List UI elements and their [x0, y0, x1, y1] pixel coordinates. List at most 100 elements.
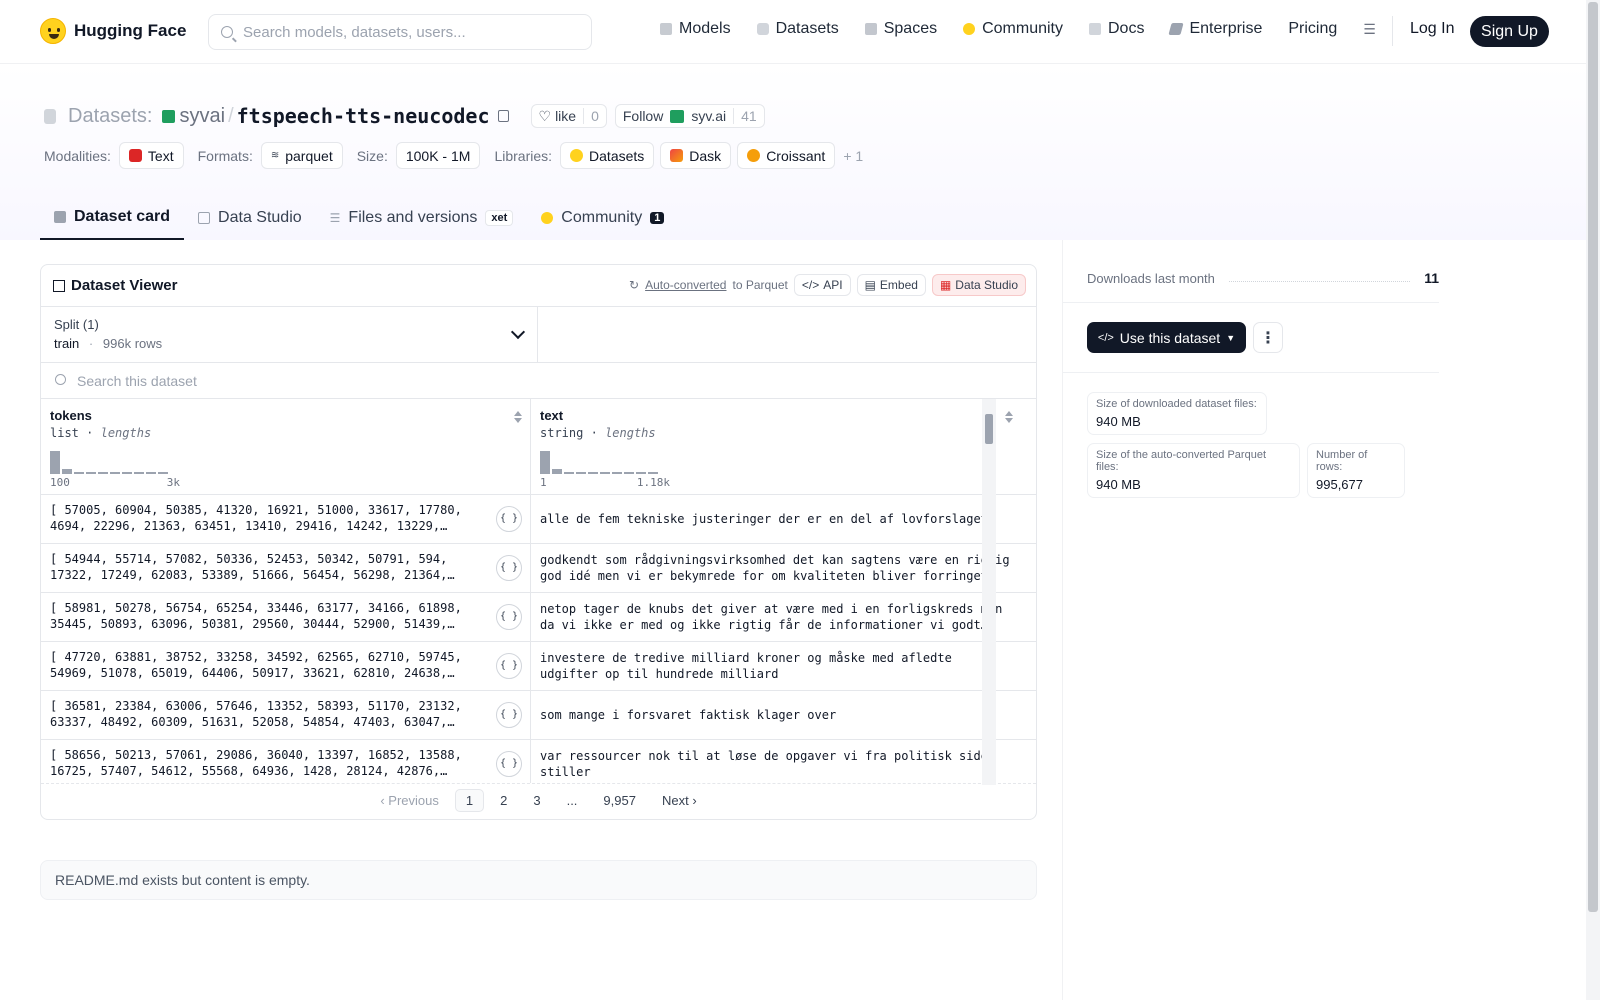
json-view-button[interactable]: { }	[496, 604, 522, 630]
dataset-search-input[interactable]: Search this dataset	[41, 363, 1036, 399]
cell-text[interactable]: alle de fem tekniske justeringer der er …	[531, 495, 1021, 543]
histogram-bar[interactable]	[552, 469, 562, 474]
json-view-button[interactable]: { }	[496, 702, 522, 728]
tab-dataset-card[interactable]: Dataset card	[40, 196, 185, 240]
tab-community[interactable]: Community 1	[527, 196, 678, 240]
table-row[interactable]: [ 57005, 60904, 50385, 41320, 16921, 510…	[41, 495, 1036, 544]
table-scrollbar[interactable]	[982, 399, 996, 785]
size-tag[interactable]: 100K - 1M	[395, 142, 481, 169]
histogram-bar[interactable]	[146, 472, 156, 474]
histogram-bar[interactable]	[588, 472, 598, 474]
page-2[interactable]: 2	[490, 790, 517, 811]
embed-button[interactable]: ▤ Embed	[856, 274, 926, 296]
histogram-bar[interactable]	[98, 472, 108, 474]
table-row[interactable]: [ 58981, 50278, 56754, 65254, 33446, 631…	[41, 593, 1036, 642]
like-button[interactable]: ♡ like 0	[530, 104, 607, 128]
sort-icon[interactable]	[1005, 411, 1013, 423]
format-tag[interactable]: ≋ parquet	[260, 142, 343, 169]
histogram-bar[interactable]	[576, 472, 586, 474]
cell-text[interactable]: investere de tredive milliard kroner og …	[531, 642, 1021, 690]
cell-tokens[interactable]: [ 58981, 50278, 56754, 65254, 33446, 631…	[41, 593, 531, 641]
nav-docs[interactable]: Docs	[1089, 20, 1144, 38]
histogram-bar[interactable]	[636, 472, 646, 474]
page-scrollbar[interactable]	[1586, 0, 1600, 1000]
table-row[interactable]: [ 54944, 55714, 57082, 50336, 52453, 503…	[41, 544, 1036, 593]
nav-pricing[interactable]: Pricing	[1288, 20, 1337, 38]
page-last[interactable]: 9,957	[593, 790, 646, 811]
nav-models[interactable]: Models	[660, 20, 731, 38]
histogram-bar[interactable]	[648, 472, 658, 474]
cell-text[interactable]: var ressourcer nok til at løse de opgave…	[531, 740, 1021, 783]
table-row[interactable]: [ 36581, 23384, 63006, 57646, 13352, 583…	[41, 691, 1036, 740]
histogram-bar[interactable]	[86, 472, 96, 474]
histogram-bar[interactable]	[612, 472, 622, 474]
histogram[interactable]	[50, 448, 521, 474]
page-1[interactable]: 1	[454, 789, 485, 812]
sort-icon[interactable]	[514, 411, 522, 423]
page-ellipsis: ...	[566, 793, 578, 808]
auto-converted-link[interactable]: Auto-converted	[645, 278, 726, 292]
section-label[interactable]: Datasets:	[68, 105, 152, 128]
tab-data-studio[interactable]: Data Studio	[184, 196, 316, 240]
next-page[interactable]: Next ›	[652, 790, 707, 811]
use-dataset-button[interactable]: </> Use this dataset ▼	[1087, 322, 1246, 353]
histogram-bar[interactable]	[62, 469, 72, 474]
column-header-tokens[interactable]: tokens list · lengths 100 3k	[41, 399, 531, 494]
previous-page[interactable]: ‹ Previous	[370, 790, 449, 811]
more-options-button[interactable]: ⋮	[1253, 322, 1283, 353]
histogram-bar[interactable]	[134, 472, 144, 474]
cell-text[interactable]: som mange i forsvaret faktisk klager ove…	[531, 691, 1021, 739]
library-tag-croissant[interactable]: Croissant	[737, 142, 836, 169]
page-scrollbar-thumb[interactable]	[1588, 2, 1598, 912]
cell-tokens[interactable]: [ 54944, 55714, 57082, 50336, 52453, 503…	[41, 544, 531, 592]
histogram-bar[interactable]	[74, 472, 84, 474]
nav-datasets[interactable]: Datasets	[756, 20, 839, 38]
cell-text[interactable]: godkendt som rådgivningsvirksomhed det k…	[531, 544, 1021, 592]
scrollbar-thumb[interactable]	[985, 414, 993, 444]
table-row[interactable]: [ 58656, 50213, 57061, 29086, 36040, 133…	[41, 740, 1036, 783]
json-view-button[interactable]: { }	[496, 555, 522, 581]
json-view-button[interactable]: { }	[496, 506, 522, 532]
histogram-bar[interactable]	[600, 472, 610, 474]
cell-tokens[interactable]: [ 47720, 63881, 38752, 33258, 34592, 625…	[41, 642, 531, 690]
more-libraries[interactable]: + 1	[843, 148, 863, 164]
tab-files-versions[interactable]: ☰ Files and versions xet	[316, 196, 528, 240]
histogram[interactable]	[540, 448, 1012, 474]
cell-text[interactable]: netop tager de knubs det giver at være m…	[531, 593, 1021, 641]
column-header-text[interactable]: text string · lengths 1 1.18k	[531, 399, 1021, 494]
json-view-button[interactable]: { }	[496, 653, 522, 679]
nav-enterprise[interactable]: Enterprise	[1168, 20, 1262, 38]
histogram-bar[interactable]	[50, 451, 60, 474]
login-link[interactable]: Log In	[1410, 20, 1454, 38]
data-studio-button[interactable]: ▦ Data Studio	[931, 274, 1026, 296]
nav-community[interactable]: Community	[963, 20, 1063, 38]
nav-more-menu[interactable]: ☰	[1363, 20, 1376, 38]
split-selector[interactable]: Split (1) train · 996k rows	[41, 307, 538, 362]
histogram-bar[interactable]	[564, 472, 574, 474]
nav-spaces[interactable]: Spaces	[864, 20, 937, 38]
modality-tag[interactable]: Text	[118, 142, 184, 169]
cell-tokens[interactable]: [ 57005, 60904, 50385, 41320, 16921, 510…	[41, 495, 531, 543]
signup-button[interactable]: Sign Up	[1470, 16, 1549, 47]
cell-tokens[interactable]: [ 58656, 50213, 57061, 29086, 36040, 133…	[41, 740, 531, 783]
json-view-button[interactable]: { }	[496, 751, 522, 777]
library-tag-dask[interactable]: Dask	[660, 142, 732, 169]
community-icon	[963, 23, 976, 35]
cell-tokens[interactable]: [ 36581, 23384, 63006, 57646, 13352, 583…	[41, 691, 531, 739]
api-button[interactable]: </> API	[793, 274, 851, 296]
files-icon: ☰	[329, 211, 341, 225]
copy-icon[interactable]	[497, 110, 509, 122]
histogram-bar[interactable]	[110, 472, 120, 474]
dataset-name[interactable]: ftspeech-tts-neucodec	[237, 104, 490, 128]
histogram-bar[interactable]	[158, 472, 168, 474]
follow-button[interactable]: Follow syv.ai 41	[614, 104, 765, 128]
library-tag-datasets[interactable]: Datasets	[560, 142, 655, 169]
histogram-bar[interactable]	[624, 472, 634, 474]
global-search-input[interactable]: Search models, datasets, users...	[208, 14, 592, 50]
owner-link[interactable]: syvai	[179, 105, 225, 128]
histogram-bar[interactable]	[122, 472, 132, 474]
brand-logo[interactable]: Hugging Face	[40, 18, 186, 44]
table-row[interactable]: [ 47720, 63881, 38752, 33258, 34592, 625…	[41, 642, 1036, 691]
histogram-bar[interactable]	[540, 451, 550, 474]
page-3[interactable]: 3	[523, 790, 550, 811]
